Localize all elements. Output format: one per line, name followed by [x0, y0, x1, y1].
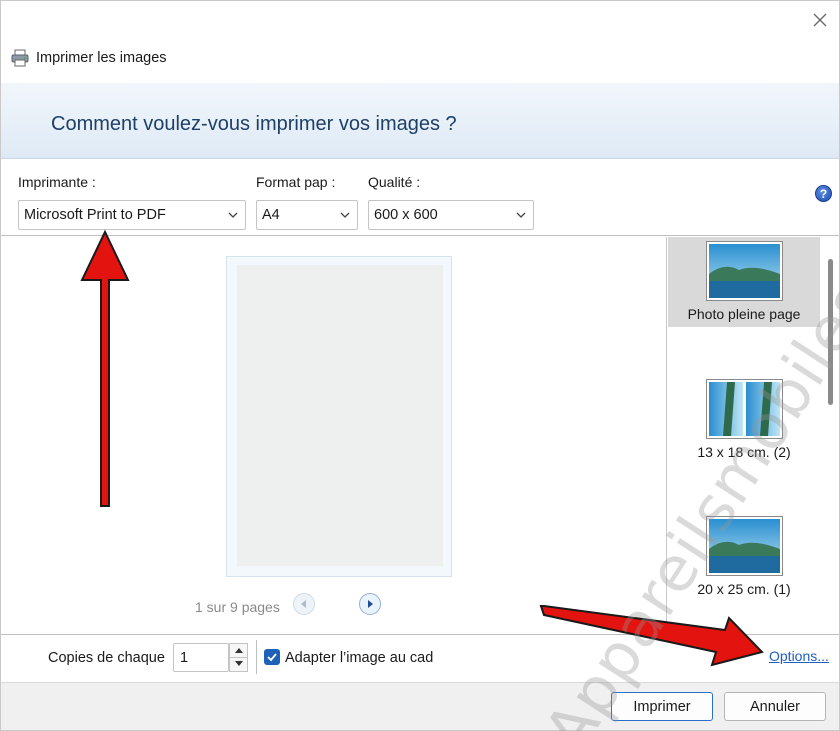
- fit-image-label[interactable]: Adapter l’image au cad: [285, 650, 433, 666]
- layout-thumbnail: [706, 379, 783, 439]
- page-counter: 1 sur 9 pages: [195, 599, 280, 615]
- page-title: Comment voulez-vous imprimer vos images …: [51, 113, 457, 135]
- title-bar: Imprimer les images: [1, 1, 839, 83]
- print-settings-row: Imprimante : Microsoft Print to PDF Form…: [1, 160, 839, 236]
- paper-size-label: Format pap :: [256, 174, 336, 190]
- layout-item-label: 20 x 25 cm. (1): [697, 581, 791, 597]
- dialog-footer: Imprimer Annuler: [1, 682, 839, 730]
- chevron-down-icon: [516, 212, 526, 218]
- printer-select-value: Microsoft Print to PDF: [24, 207, 166, 223]
- layout-item-13x18[interactable]: 13 x 18 cm. (2): [668, 375, 820, 465]
- printer-icon: [11, 49, 29, 67]
- copies-increment-button[interactable]: [229, 643, 248, 658]
- copies-row: Copies de chaque 1 Adapter l’image au ca…: [1, 634, 839, 682]
- cancel-button[interactable]: Annuler: [724, 692, 826, 721]
- quality-label: Qualité :: [368, 174, 421, 190]
- quality-value: 600 x 600: [374, 207, 438, 223]
- chevron-down-icon: [228, 212, 238, 218]
- layout-item-full-page[interactable]: Photo pleine page: [668, 237, 820, 327]
- chevron-left-icon: [301, 600, 306, 608]
- paper-size-value: A4: [262, 207, 280, 223]
- divider: [256, 640, 257, 674]
- two-photos-icon: [709, 382, 780, 436]
- copies-input-value: 1: [180, 649, 189, 666]
- play-next-icon: [368, 600, 373, 608]
- printer-label: Imprimante :: [18, 174, 96, 190]
- printer-select[interactable]: Microsoft Print to PDF: [18, 200, 246, 230]
- help-icon[interactable]: ?: [815, 185, 832, 202]
- quality-select[interactable]: 600 x 600: [368, 200, 534, 230]
- page-image-area: [237, 265, 443, 566]
- copies-label: Copies de chaque: [48, 650, 165, 666]
- layout-item-label: Photo pleine page: [687, 306, 801, 322]
- landscape-photo-icon: [709, 519, 780, 573]
- next-page-button[interactable]: [359, 593, 381, 615]
- close-icon: [813, 13, 827, 27]
- layout-item-label: 13 x 18 cm. (2): [697, 444, 791, 460]
- chevron-down-icon: [234, 661, 243, 667]
- print-preview: 1 sur 9 pages: [1, 237, 666, 633]
- layout-thumbnail: [706, 516, 783, 576]
- previous-page-button[interactable]: [293, 593, 315, 615]
- options-link[interactable]: Options...: [769, 648, 829, 664]
- print-button[interactable]: Imprimer: [611, 692, 713, 721]
- chevron-up-icon: [234, 648, 243, 654]
- fit-image-checkbox[interactable]: [264, 649, 280, 665]
- dialog-banner: Comment voulez-vous imprimer vos images …: [1, 83, 839, 159]
- landscape-photo-icon: [709, 244, 780, 298]
- copies-input[interactable]: 1: [173, 643, 229, 672]
- layout-list-scrollbar[interactable]: [828, 259, 833, 405]
- layout-list[interactable]: Photo pleine page 13 x 18 cm. (2) 20 x 2…: [666, 237, 839, 633]
- chevron-down-icon: [340, 212, 350, 218]
- paper-size-select[interactable]: A4: [256, 200, 358, 230]
- page-preview: [226, 256, 452, 577]
- print-dialog: Imprimer les images Comment voulez-vous …: [0, 0, 840, 731]
- checkmark-icon: [267, 653, 277, 662]
- window-title: Imprimer les images: [36, 50, 167, 66]
- layout-item-20x25[interactable]: 20 x 25 cm. (1): [668, 512, 820, 602]
- layout-thumbnail: [706, 241, 783, 301]
- close-button[interactable]: [807, 7, 833, 33]
- copies-decrement-button[interactable]: [229, 657, 248, 672]
